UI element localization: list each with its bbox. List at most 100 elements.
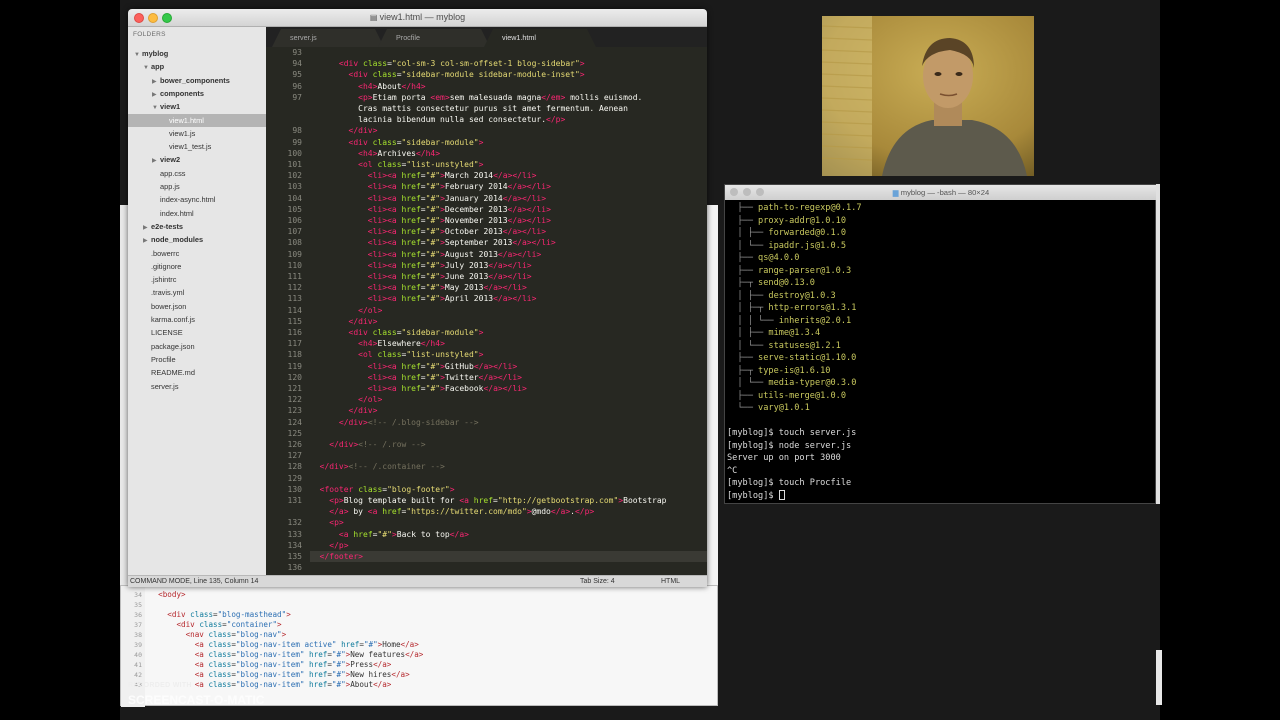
sidebar-item[interactable]: ▶ components — [128, 87, 266, 100]
sidebar-item[interactable]: server.js — [128, 380, 266, 393]
code-line[interactable]: </div><!-- /.container --> — [310, 461, 707, 472]
sidebar-item[interactable]: ▶ bower_components — [128, 74, 266, 87]
editor-window[interactable]: ▤ view1.html — myblog FOLDERS ▼ myblog ▼ ap… — [128, 9, 707, 587]
code-line[interactable]: <li><a href="#">July 2013</a></li> — [310, 260, 707, 271]
sidebar-item[interactable]: .gitignore — [128, 260, 266, 273]
background-window-edge — [120, 205, 128, 585]
sidebar-item[interactable]: view1.js — [128, 127, 266, 140]
code-line[interactable]: </footer> — [310, 551, 707, 562]
status-syntax[interactable]: HTML — [661, 576, 680, 588]
sidebar-item[interactable]: app.js — [128, 180, 266, 193]
sidebar-item[interactable]: .travis.yml — [128, 286, 266, 299]
code-line[interactable]: <li><a href="#">May 2013</a></li> — [310, 282, 707, 293]
sidebar-item[interactable]: ▶ view2 — [128, 153, 266, 166]
sidebar-item[interactable]: Procfile — [128, 353, 266, 366]
line-number: 107 — [287, 227, 302, 237]
code-line[interactable]: <p> — [310, 517, 707, 528]
sidebar-item[interactable]: .jshintrc — [128, 273, 266, 286]
terminal-zoom-button[interactable] — [756, 188, 764, 196]
code-line[interactable]: </div><!-- /.blog-sidebar --> — [310, 417, 707, 428]
code-line[interactable]: <li><a href="#">December 2013</a></li> — [310, 204, 707, 215]
code-line[interactable]: <li><a href="#">April 2013</a></li> — [310, 293, 707, 304]
sidebar-item[interactable]: package.json — [128, 340, 266, 353]
code-line[interactable]: <li><a href="#">November 2013</a></li> — [310, 215, 707, 226]
terminal-cursor — [778, 490, 785, 500]
code-line[interactable]: <ol class="list-unstyled"> — [310, 349, 707, 360]
editor-titlebar[interactable]: ▤ view1.html — myblog — [128, 9, 707, 27]
code-line[interactable]: <div class="col-sm-3 col-sm-offset-1 blo… — [310, 58, 707, 69]
code-line[interactable]: <ol class="list-unstyled"> — [310, 159, 707, 170]
code-line[interactable]: </p> — [310, 540, 707, 551]
code-line[interactable]: <li><a href="#">September 2013</a></li> — [310, 237, 707, 248]
tab-view1-html[interactable]: view1.html — [484, 29, 596, 47]
sidebar-item[interactable]: README.md — [128, 366, 266, 379]
code-line[interactable]: </div> — [310, 405, 707, 416]
terminal-titlebar[interactable]: ▆ myblog — -bash — 80×24 — [725, 185, 1157, 200]
line-number: 131 — [287, 496, 302, 505]
code-line[interactable]: </a> by <a href="https://twitter.com/mdo… — [310, 506, 707, 517]
code-line[interactable]: <p>Blog template built for <a href="http… — [310, 495, 707, 506]
code-line[interactable]: </ol> — [310, 305, 707, 316]
code-line[interactable] — [310, 473, 707, 484]
tab-procfile[interactable]: Procfile — [378, 29, 490, 47]
sidebar-item-label: index.html — [160, 208, 194, 218]
background-code-line: <a class="blog-nav-item" href="#">New fe… — [194, 650, 424, 659]
sidebar-item-label: package.json — [151, 341, 195, 351]
code-line[interactable]: <li><a href="#">June 2013</a></li> — [310, 271, 707, 282]
code-view[interactable]: <div class="col-sm-3 col-sm-offset-1 blo… — [310, 47, 707, 580]
terminal-output[interactable]: ├── path-to-regexp@0.1.7 ├── proxy-addr@… — [727, 202, 1153, 502]
terminal-minimize-button[interactable] — [743, 188, 751, 196]
code-line[interactable] — [310, 450, 707, 461]
code-line[interactable]: </div><!-- /.row --> — [310, 439, 707, 450]
code-line[interactable]: <div class="sidebar-module"> — [310, 137, 707, 148]
code-line[interactable]: Cras mattis consectetur purus sit amet f… — [310, 103, 707, 114]
sidebar-item[interactable]: bower.json — [128, 300, 266, 313]
sidebar-item[interactable]: karma.conf.js — [128, 313, 266, 326]
code-line[interactable]: <li><a href="#">January 2014</a></li> — [310, 193, 707, 204]
code-line[interactable] — [310, 428, 707, 439]
sidebar-item[interactable]: index.html — [128, 207, 266, 220]
code-line[interactable]: lacinia bibendum nulla sed consectetur.<… — [310, 114, 707, 125]
code-line[interactable]: <li><a href="#">Twitter</a></li> — [310, 372, 707, 383]
code-line[interactable]: </div> — [310, 316, 707, 327]
sidebar-item[interactable]: ▼ view1 — [128, 100, 266, 113]
sidebar-item[interactable]: LICENSE — [128, 326, 266, 339]
background-code-line: <body> — [158, 590, 186, 599]
sidebar-item[interactable]: view1.html — [128, 113, 266, 127]
sidebar-item[interactable]: .bowerrc — [128, 247, 266, 260]
code-line[interactable]: <li><a href="#">October 2013</a></li> — [310, 226, 707, 237]
code-line[interactable]: <footer class="blog-footer"> — [310, 484, 707, 495]
line-number: 106 — [287, 216, 302, 225]
code-line[interactable]: <div class="sidebar-module sidebar-modul… — [310, 69, 707, 80]
sidebar-item[interactable]: ▶ e2e-tests — [128, 220, 266, 233]
code-line[interactable]: <li><a href="#">March 2014</a></li> — [310, 170, 707, 181]
code-line[interactable]: <li><a href="#">February 2014</a></li> — [310, 181, 707, 192]
line-number: 122 — [287, 395, 302, 405]
terminal-window[interactable]: ▆ myblog — -bash — 80×24 ├── path-to-reg… — [724, 184, 1157, 504]
sidebar-item[interactable]: ▼ app — [128, 60, 266, 73]
code-line[interactable]: <h4>Archives</h4> — [310, 148, 707, 159]
code-line[interactable] — [310, 562, 707, 573]
folder-sidebar[interactable]: FOLDERS ▼ myblog ▼ app ▶ bower_components ▶ com… — [128, 27, 266, 580]
code-line[interactable]: <li><a href="#">Facebook</a></li> — [310, 383, 707, 394]
tab-server-js[interactable]: server.js — [272, 29, 384, 47]
code-line[interactable] — [310, 47, 707, 58]
background-code-window[interactable]: 34 35 36 37 38 39 40 41 42 43 <body> <div class="… — [120, 585, 718, 707]
sidebar-item[interactable]: ▶ node_modules — [128, 233, 266, 246]
code-line[interactable]: <p>Etiam porta <em>sem malesuada magna</… — [310, 92, 707, 103]
sidebar-item[interactable]: app.css — [128, 167, 266, 180]
status-tab-size[interactable]: Tab Size: 4 — [580, 576, 615, 588]
code-line[interactable]: <li><a href="#">GitHub</a></li> — [310, 361, 707, 372]
code-line[interactable]: <div class="sidebar-module"> — [310, 327, 707, 338]
terminal-close-button[interactable] — [730, 188, 738, 196]
package-name: statuses@1.2.1 — [768, 340, 841, 351]
code-line[interactable]: <h4>Elsewhere</h4> — [310, 338, 707, 349]
sidebar-item[interactable]: view1_test.js — [128, 140, 266, 153]
code-line[interactable]: </div> — [310, 125, 707, 136]
sidebar-item[interactable]: ▼ myblog — [128, 47, 266, 60]
code-line[interactable]: <li><a href="#">August 2013</a></li> — [310, 249, 707, 260]
sidebar-item[interactable]: index-async.html — [128, 193, 266, 206]
code-line[interactable]: <a href="#">Back to top</a> — [310, 529, 707, 540]
code-line[interactable]: <h4>About</h4> — [310, 81, 707, 92]
code-line[interactable]: </ol> — [310, 394, 707, 405]
